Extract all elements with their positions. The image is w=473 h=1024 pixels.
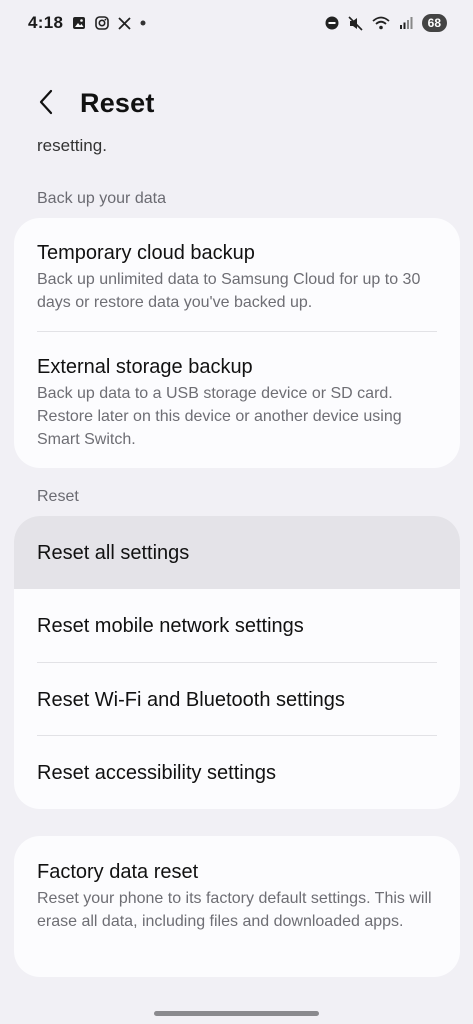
status-bar: 4:18 68 (0, 0, 473, 46)
reset-card: Reset all settings Reset mobile network … (14, 516, 460, 809)
instagram-icon (95, 16, 110, 30)
status-time: 4:18 (28, 13, 64, 32)
factory-data-reset-item[interactable]: Factory data reset Reset your phone to i… (14, 836, 460, 977)
page-title: Reset (80, 88, 155, 118)
item-title: Factory data reset (37, 861, 199, 883)
gallery-icon (72, 16, 86, 30)
dnd-icon (325, 16, 339, 30)
status-bar-right: 68 (325, 14, 447, 32)
external-storage-backup-item[interactable]: External storage backup Back up data to … (14, 332, 460, 468)
description-text-partial: resetting. (37, 136, 107, 155)
signal-icon (399, 16, 413, 30)
x-icon (118, 16, 131, 30)
section-label-reset: Reset (37, 488, 79, 505)
mute-icon (348, 15, 363, 31)
reset-accessibility-settings-item[interactable]: Reset accessibility settings (14, 736, 460, 809)
item-subtitle: Reset your phone to its factory default … (37, 890, 432, 930)
backup-card: Temporary cloud backup Back up unlimited… (14, 218, 460, 468)
dot-icon (140, 20, 146, 26)
settings-list[interactable]: resetting. Back up your data Temporary c… (0, 126, 473, 996)
gesture-nav-handle[interactable] (154, 1011, 319, 1016)
wifi-icon (372, 16, 390, 30)
factory-reset-card: Factory data reset Reset your phone to i… (14, 836, 460, 977)
reset-wifi-bluetooth-settings-item[interactable]: Reset Wi-Fi and Bluetooth settings (14, 663, 460, 736)
item-title: Reset accessibility settings (37, 761, 276, 784)
item-subtitle: Back up data to a USB storage device or … (37, 385, 402, 448)
item-title: Temporary cloud backup (37, 242, 255, 264)
temporary-cloud-backup-item[interactable]: Temporary cloud backup Back up unlimited… (14, 218, 460, 332)
app-bar: Reset (0, 82, 473, 126)
reset-mobile-network-settings-item[interactable]: Reset mobile network settings (14, 589, 460, 663)
battery-icon: 68 (421, 14, 447, 32)
reset-all-settings-item[interactable]: Reset all settings (14, 516, 460, 589)
back-button[interactable] (30, 88, 62, 120)
item-title: Reset Wi-Fi and Bluetooth settings (37, 688, 345, 711)
item-subtitle: Back up unlimited data to Samsung Cloud … (37, 271, 421, 311)
section-label-backup: Back up your data (37, 190, 166, 207)
chevron-left-icon (37, 88, 55, 121)
item-title: Reset mobile network settings (37, 615, 304, 637)
item-title: Reset all settings (37, 541, 190, 564)
status-bar-left: 4:18 (28, 13, 146, 33)
item-title: External storage backup (37, 356, 253, 378)
